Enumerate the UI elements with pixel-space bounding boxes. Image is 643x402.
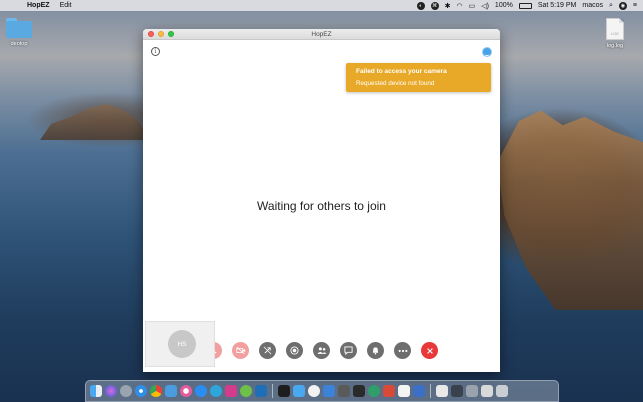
window-title: HopEZ (311, 30, 332, 38)
leave-call-button[interactable] (421, 342, 438, 359)
camera-off-icon (235, 346, 245, 355)
downloads-icon[interactable] (413, 385, 425, 397)
flag-icon[interactable]: ▭ (469, 2, 476, 10)
folder-stack-icon[interactable] (466, 385, 478, 397)
record-icon (290, 346, 299, 355)
chat-button[interactable] (340, 342, 357, 359)
finder-icon[interactable] (90, 385, 102, 397)
siri-icon[interactable]: ◉ (618, 1, 627, 10)
desktop-file-label: log.log (606, 43, 624, 49)
app-store-icon[interactable] (195, 385, 207, 397)
self-video-tile[interactable]: HS (145, 321, 215, 367)
battery-percent: 100% (494, 2, 513, 9)
more-icon (398, 349, 407, 352)
participants-button[interactable] (313, 342, 330, 359)
wifi-icon[interactable]: ◠ (456, 2, 462, 10)
status-app-icon-2[interactable]: ⌘ (430, 1, 439, 10)
user-menu[interactable]: macos (582, 2, 603, 9)
spotlight-icon[interactable]: ⌕ (609, 2, 613, 10)
menu-bar: HopEZ Edit ◐ ⌘ ✱ ◠ ▭ ◁) 100% Sat 5:19 PM… (0, 0, 643, 11)
status-app-icon[interactable]: ◐ (416, 1, 425, 10)
desktop-file[interactable]: LOG log.log (602, 18, 628, 49)
info-icon[interactable]: i (151, 47, 160, 56)
firefox-icon[interactable] (225, 385, 237, 397)
file-icon: LOG (606, 18, 624, 40)
finder-2-icon[interactable] (293, 385, 305, 397)
document-icon[interactable] (398, 385, 410, 397)
notes-icon[interactable] (308, 385, 320, 397)
bluetooth-icon[interactable]: ✱ (445, 2, 451, 10)
waiting-message: Waiting for others to join (257, 199, 386, 213)
window-titlebar[interactable]: HopEZ (143, 29, 500, 40)
telegram-icon[interactable] (210, 385, 222, 397)
more-button[interactable] (394, 342, 411, 359)
toast-title: Failed to access your camera (356, 68, 447, 75)
dock-separator-2 (430, 384, 431, 398)
self-avatar: HS (168, 330, 196, 358)
stack-icon[interactable] (436, 385, 448, 397)
battery-icon[interactable] (518, 2, 532, 9)
dock-separator (272, 384, 273, 398)
bell-icon (372, 347, 379, 355)
activity-monitor-icon[interactable] (353, 385, 365, 397)
screen-share-button[interactable] (259, 342, 276, 359)
mail-icon[interactable] (165, 385, 177, 397)
terminal-icon[interactable] (278, 385, 290, 397)
keychain-icon[interactable] (338, 385, 350, 397)
desktop-folder[interactable]: deotop (4, 18, 34, 47)
camera-toggle-button[interactable] (232, 342, 249, 359)
edit-menu[interactable]: Edit (60, 2, 72, 9)
safari-icon[interactable] (135, 385, 147, 397)
folder-icon (6, 18, 32, 38)
chat-icon (344, 346, 353, 355)
preview-icon[interactable] (383, 385, 395, 397)
share-off-icon (263, 346, 272, 355)
status-area: ◐ ⌘ ✱ ◠ ▭ ◁) 100% Sat 5:19 PM macos ⌕ ◉ … (416, 1, 643, 10)
siri-icon[interactable] (105, 385, 117, 397)
notifications-button[interactable] (367, 342, 384, 359)
record-button[interactable] (286, 342, 303, 359)
notification-center-icon[interactable]: ≡ (633, 2, 637, 9)
volume-icon[interactable]: ◁) (481, 2, 489, 10)
launchpad-icon[interactable] (120, 385, 132, 397)
chrome-icon[interactable] (150, 385, 162, 397)
sourcetree-icon[interactable] (368, 385, 380, 397)
close-icon (426, 347, 433, 354)
screen-icon[interactable] (451, 385, 463, 397)
app-menu[interactable]: HopEZ (27, 2, 50, 9)
people-icon (316, 347, 327, 354)
trash-icon[interactable] (496, 385, 508, 397)
reminders-icon[interactable] (323, 385, 335, 397)
dock (85, 380, 559, 402)
android-studio-icon[interactable] (240, 385, 252, 397)
file-stack-icon[interactable] (481, 385, 493, 397)
profile-icon[interactable] (482, 47, 492, 57)
app-window: HopEZ i Failed to access your camera Req… (143, 29, 500, 372)
clock[interactable]: Sat 5:19 PM (538, 2, 577, 9)
camera-error-toast: Failed to access your camera Requested d… (346, 63, 491, 92)
itunes-icon[interactable] (180, 385, 192, 397)
file-badge: LOG (611, 32, 619, 36)
toast-message: Requested device not found (356, 80, 435, 87)
vscode-icon[interactable] (255, 385, 267, 397)
desktop-folder-label: deotop (10, 41, 28, 47)
